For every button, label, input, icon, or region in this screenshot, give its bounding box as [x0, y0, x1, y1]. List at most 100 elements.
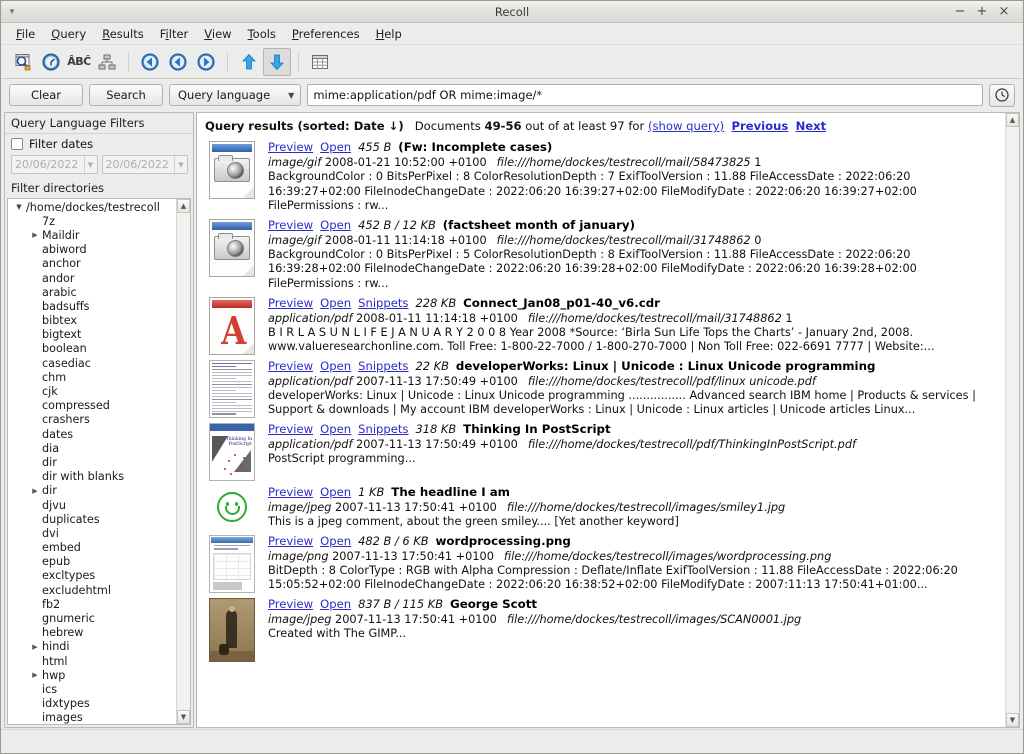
- menu-view[interactable]: View: [196, 25, 239, 43]
- result-snippets-link[interactable]: Snippets: [358, 359, 408, 374]
- filter-dates-row[interactable]: Filter dates: [5, 134, 193, 154]
- update-index-icon[interactable]: [9, 48, 37, 76]
- sort-tree-icon[interactable]: [93, 48, 121, 76]
- result-item[interactable]: PreviewOpen837 B / 115 KBGeorge Scottima…: [203, 597, 997, 662]
- show-query-link[interactable]: (show query): [648, 119, 724, 133]
- directory-tree-scrollbar[interactable]: ▲ ▼: [176, 199, 190, 724]
- tree-item[interactable]: embed: [8, 541, 176, 555]
- tree-expander-closed-icon[interactable]: ▶: [28, 643, 42, 651]
- scroll-up-icon[interactable]: ▲: [177, 199, 190, 213]
- tree-item[interactable]: dates: [8, 427, 176, 441]
- tree-item[interactable]: bibtex: [8, 314, 176, 328]
- tree-item[interactable]: idxtypes: [8, 697, 176, 711]
- tree-item[interactable]: badsuffs: [8, 299, 176, 313]
- tree-expander-closed-icon[interactable]: ▶: [28, 671, 42, 679]
- next-page-link[interactable]: Next: [796, 119, 827, 133]
- scroll-down-icon[interactable]: ▼: [177, 710, 190, 724]
- result-preview-link[interactable]: Preview: [268, 218, 313, 233]
- tree-item[interactable]: crashers: [8, 413, 176, 427]
- term-explorer-abc-icon[interactable]: ÂBĈ: [65, 48, 93, 76]
- table-view-icon[interactable]: [306, 48, 334, 76]
- result-snippets-link[interactable]: Snippets: [358, 296, 408, 311]
- tree-item[interactable]: anchor: [8, 257, 176, 271]
- tree-item[interactable]: excludehtml: [8, 583, 176, 597]
- search-button[interactable]: Search: [89, 84, 163, 106]
- maximize-button[interactable]: +: [971, 3, 993, 21]
- tree-item[interactable]: ▼/home/dockes/testrecoll: [8, 200, 176, 214]
- tree-item[interactable]: dvi: [8, 526, 176, 540]
- tree-item[interactable]: djvu: [8, 498, 176, 512]
- query-mode-select[interactable]: Query language ▼: [169, 84, 301, 106]
- tree-item[interactable]: compressed: [8, 399, 176, 413]
- sort-descending-icon[interactable]: [263, 48, 291, 76]
- tree-item[interactable]: andor: [8, 271, 176, 285]
- tree-item[interactable]: casediac: [8, 356, 176, 370]
- result-item[interactable]: Thinking InPostScriptPreviewOpenSnippets…: [203, 422, 997, 481]
- result-item[interactable]: PreviewOpen1 KBThe headline I amimage/jp…: [203, 485, 997, 530]
- result-open-link[interactable]: Open: [320, 597, 351, 612]
- result-preview-link[interactable]: Preview: [268, 359, 313, 374]
- tree-item[interactable]: images: [8, 711, 176, 724]
- results-scroll-down-icon[interactable]: ▼: [1006, 713, 1019, 727]
- query-history-icon[interactable]: [37, 48, 65, 76]
- forward-icon[interactable]: [192, 48, 220, 76]
- menu-tools[interactable]: Tools: [240, 25, 284, 43]
- menu-results[interactable]: Results: [94, 25, 152, 43]
- back-first-icon[interactable]: [136, 48, 164, 76]
- clear-button[interactable]: Clear: [9, 84, 83, 106]
- result-open-link[interactable]: Open: [320, 534, 351, 549]
- date-from-chevron-down-icon[interactable]: ▼: [84, 156, 97, 173]
- close-button[interactable]: ×: [993, 3, 1015, 21]
- date-to-chevron-down-icon[interactable]: ▼: [174, 156, 187, 173]
- result-open-link[interactable]: Open: [320, 359, 351, 374]
- tree-item[interactable]: duplicates: [8, 512, 176, 526]
- result-open-link[interactable]: Open: [320, 485, 351, 500]
- tree-item[interactable]: ▶hwp: [8, 668, 176, 682]
- tree-item[interactable]: dia: [8, 441, 176, 455]
- result-snippets-link[interactable]: Snippets: [358, 422, 408, 437]
- clock-history-icon[interactable]: [989, 84, 1015, 107]
- result-item[interactable]: APreviewOpenSnippets228 KBConnect_Jan08_…: [203, 296, 997, 355]
- minimize-button[interactable]: −: [949, 3, 971, 21]
- result-preview-link[interactable]: Preview: [268, 597, 313, 612]
- tree-item[interactable]: ▶dir: [8, 484, 176, 498]
- result-open-link[interactable]: Open: [320, 422, 351, 437]
- tree-item[interactable]: excltypes: [8, 569, 176, 583]
- filter-dates-checkbox[interactable]: [11, 138, 23, 150]
- tree-item[interactable]: epub: [8, 555, 176, 569]
- search-input[interactable]: [307, 84, 983, 106]
- tree-item[interactable]: abiword: [8, 243, 176, 257]
- tree-item[interactable]: 7z: [8, 214, 176, 228]
- result-preview-link[interactable]: Preview: [268, 140, 313, 155]
- result-preview-link[interactable]: Preview: [268, 534, 313, 549]
- result-item[interactable]: PreviewOpen455 B(Fw: Incomplete cases)im…: [203, 140, 997, 214]
- tree-item[interactable]: ▶hindi: [8, 640, 176, 654]
- tree-item[interactable]: ▶Maildir: [8, 228, 176, 242]
- tree-item[interactable]: hebrew: [8, 626, 176, 640]
- date-to-field[interactable]: 20/06/2022 ▼: [102, 155, 189, 174]
- tree-item[interactable]: html: [8, 654, 176, 668]
- tree-item[interactable]: cjk: [8, 384, 176, 398]
- tree-item[interactable]: dir with blanks: [8, 470, 176, 484]
- menu-preferences[interactable]: Preferences: [284, 25, 368, 43]
- tree-expander-open-icon[interactable]: ▼: [12, 203, 26, 211]
- result-open-link[interactable]: Open: [320, 140, 351, 155]
- tree-expander-closed-icon[interactable]: ▶: [28, 231, 42, 239]
- menu-file[interactable]: File: [8, 25, 43, 43]
- tree-item[interactable]: chm: [8, 370, 176, 384]
- back-icon[interactable]: [164, 48, 192, 76]
- result-open-link[interactable]: Open: [320, 296, 351, 311]
- result-preview-link[interactable]: Preview: [268, 422, 313, 437]
- result-item[interactable]: PreviewOpen482 B / 6 KBwordprocessing.pn…: [203, 534, 997, 593]
- sort-ascending-icon[interactable]: [235, 48, 263, 76]
- date-from-field[interactable]: 20/06/2022 ▼: [11, 155, 98, 174]
- tree-item[interactable]: gnumeric: [8, 611, 176, 625]
- previous-page-link[interactable]: Previous: [732, 119, 789, 133]
- tree-item[interactable]: bigtext: [8, 328, 176, 342]
- menu-filter[interactable]: Filter: [152, 25, 197, 43]
- menu-help[interactable]: Help: [368, 25, 410, 43]
- tree-item[interactable]: dir: [8, 455, 176, 469]
- tree-item[interactable]: boolean: [8, 342, 176, 356]
- results-scrollbar[interactable]: ▲ ▼: [1005, 113, 1019, 727]
- tree-expander-closed-icon[interactable]: ▶: [28, 487, 42, 495]
